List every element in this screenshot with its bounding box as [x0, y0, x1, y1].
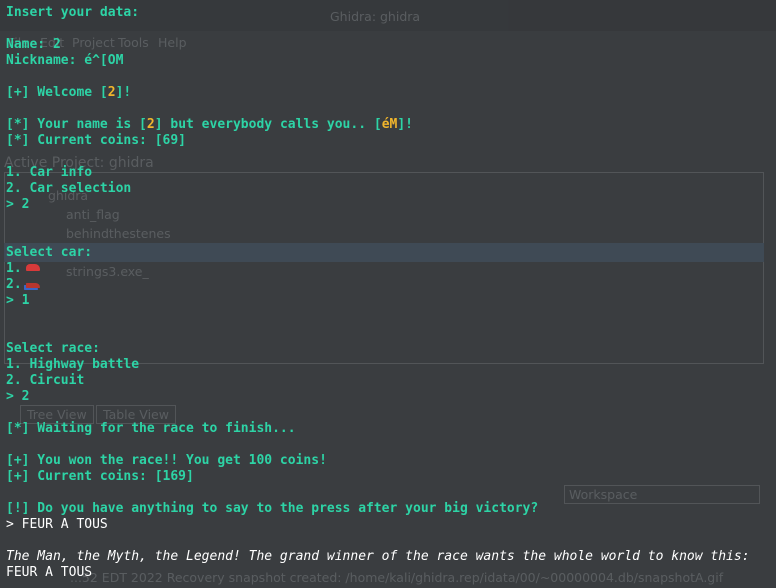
nickname-line: Nickname: é^[OM	[6, 53, 124, 68]
red-car-icon	[25, 264, 40, 271]
waiting-line: [*] Waiting for the race to finish...	[6, 421, 296, 436]
echo-line: FEUR A TOUS	[6, 565, 93, 580]
car-option-1-number: 1.	[6, 261, 22, 276]
name-is-middle: ] but everybody calls you.. [	[154, 117, 382, 132]
coins-after-line: [+] Current coins: [169]	[6, 469, 194, 484]
menu-choice: > 2	[6, 197, 30, 212]
car-option-1: 1.	[6, 261, 40, 277]
name-is-name: 2	[146, 117, 155, 132]
name-is-prefix: [*] Your name is [	[6, 117, 147, 132]
welcome-value: 2	[107, 85, 116, 100]
name-line: Name: 2	[6, 37, 61, 52]
legend-line: The Man, the Myth, the Legend! The grand…	[6, 549, 750, 564]
car-option-2: 2.	[6, 277, 40, 293]
terminal-output: Insert your data: Name: 2 Nickname: é^[O…	[0, 0, 776, 588]
race-car-icon	[25, 283, 40, 288]
press-answer-input[interactable]: > FEUR A TOUS	[6, 517, 108, 533]
name-is-line: [*] Your name is [2] but everybody calls…	[6, 117, 413, 133]
race-option-circuit: 2. Circuit	[6, 373, 85, 388]
welcome-line: [+] Welcome [2]!	[6, 85, 131, 101]
name-is-nick: éM	[381, 117, 398, 132]
car-option-2-number: 2.	[6, 277, 22, 292]
welcome-suffix: ]!	[115, 85, 132, 100]
name-is-suffix: ]!	[397, 117, 414, 132]
press-question-line: [!] Do you have anything to say to the p…	[6, 501, 539, 516]
coins-before-line: [*] Current coins: [69]	[6, 133, 187, 148]
car-choice: > 1	[6, 293, 30, 308]
menu-option-car-info: 1. Car info	[6, 165, 93, 180]
race-choice: > 2	[6, 389, 30, 404]
welcome-prefix: [+] Welcome [	[6, 85, 108, 100]
menu-option-car-selection: 2. Car selection	[6, 181, 132, 196]
select-car-header: Select car:	[6, 245, 93, 260]
won-line: [+] You won the race!! You get 100 coins…	[6, 453, 327, 468]
race-option-highway: 1. Highway battle	[6, 357, 140, 372]
select-race-header: Select race:	[6, 341, 100, 356]
prompt-header: Insert your data:	[6, 5, 140, 20]
